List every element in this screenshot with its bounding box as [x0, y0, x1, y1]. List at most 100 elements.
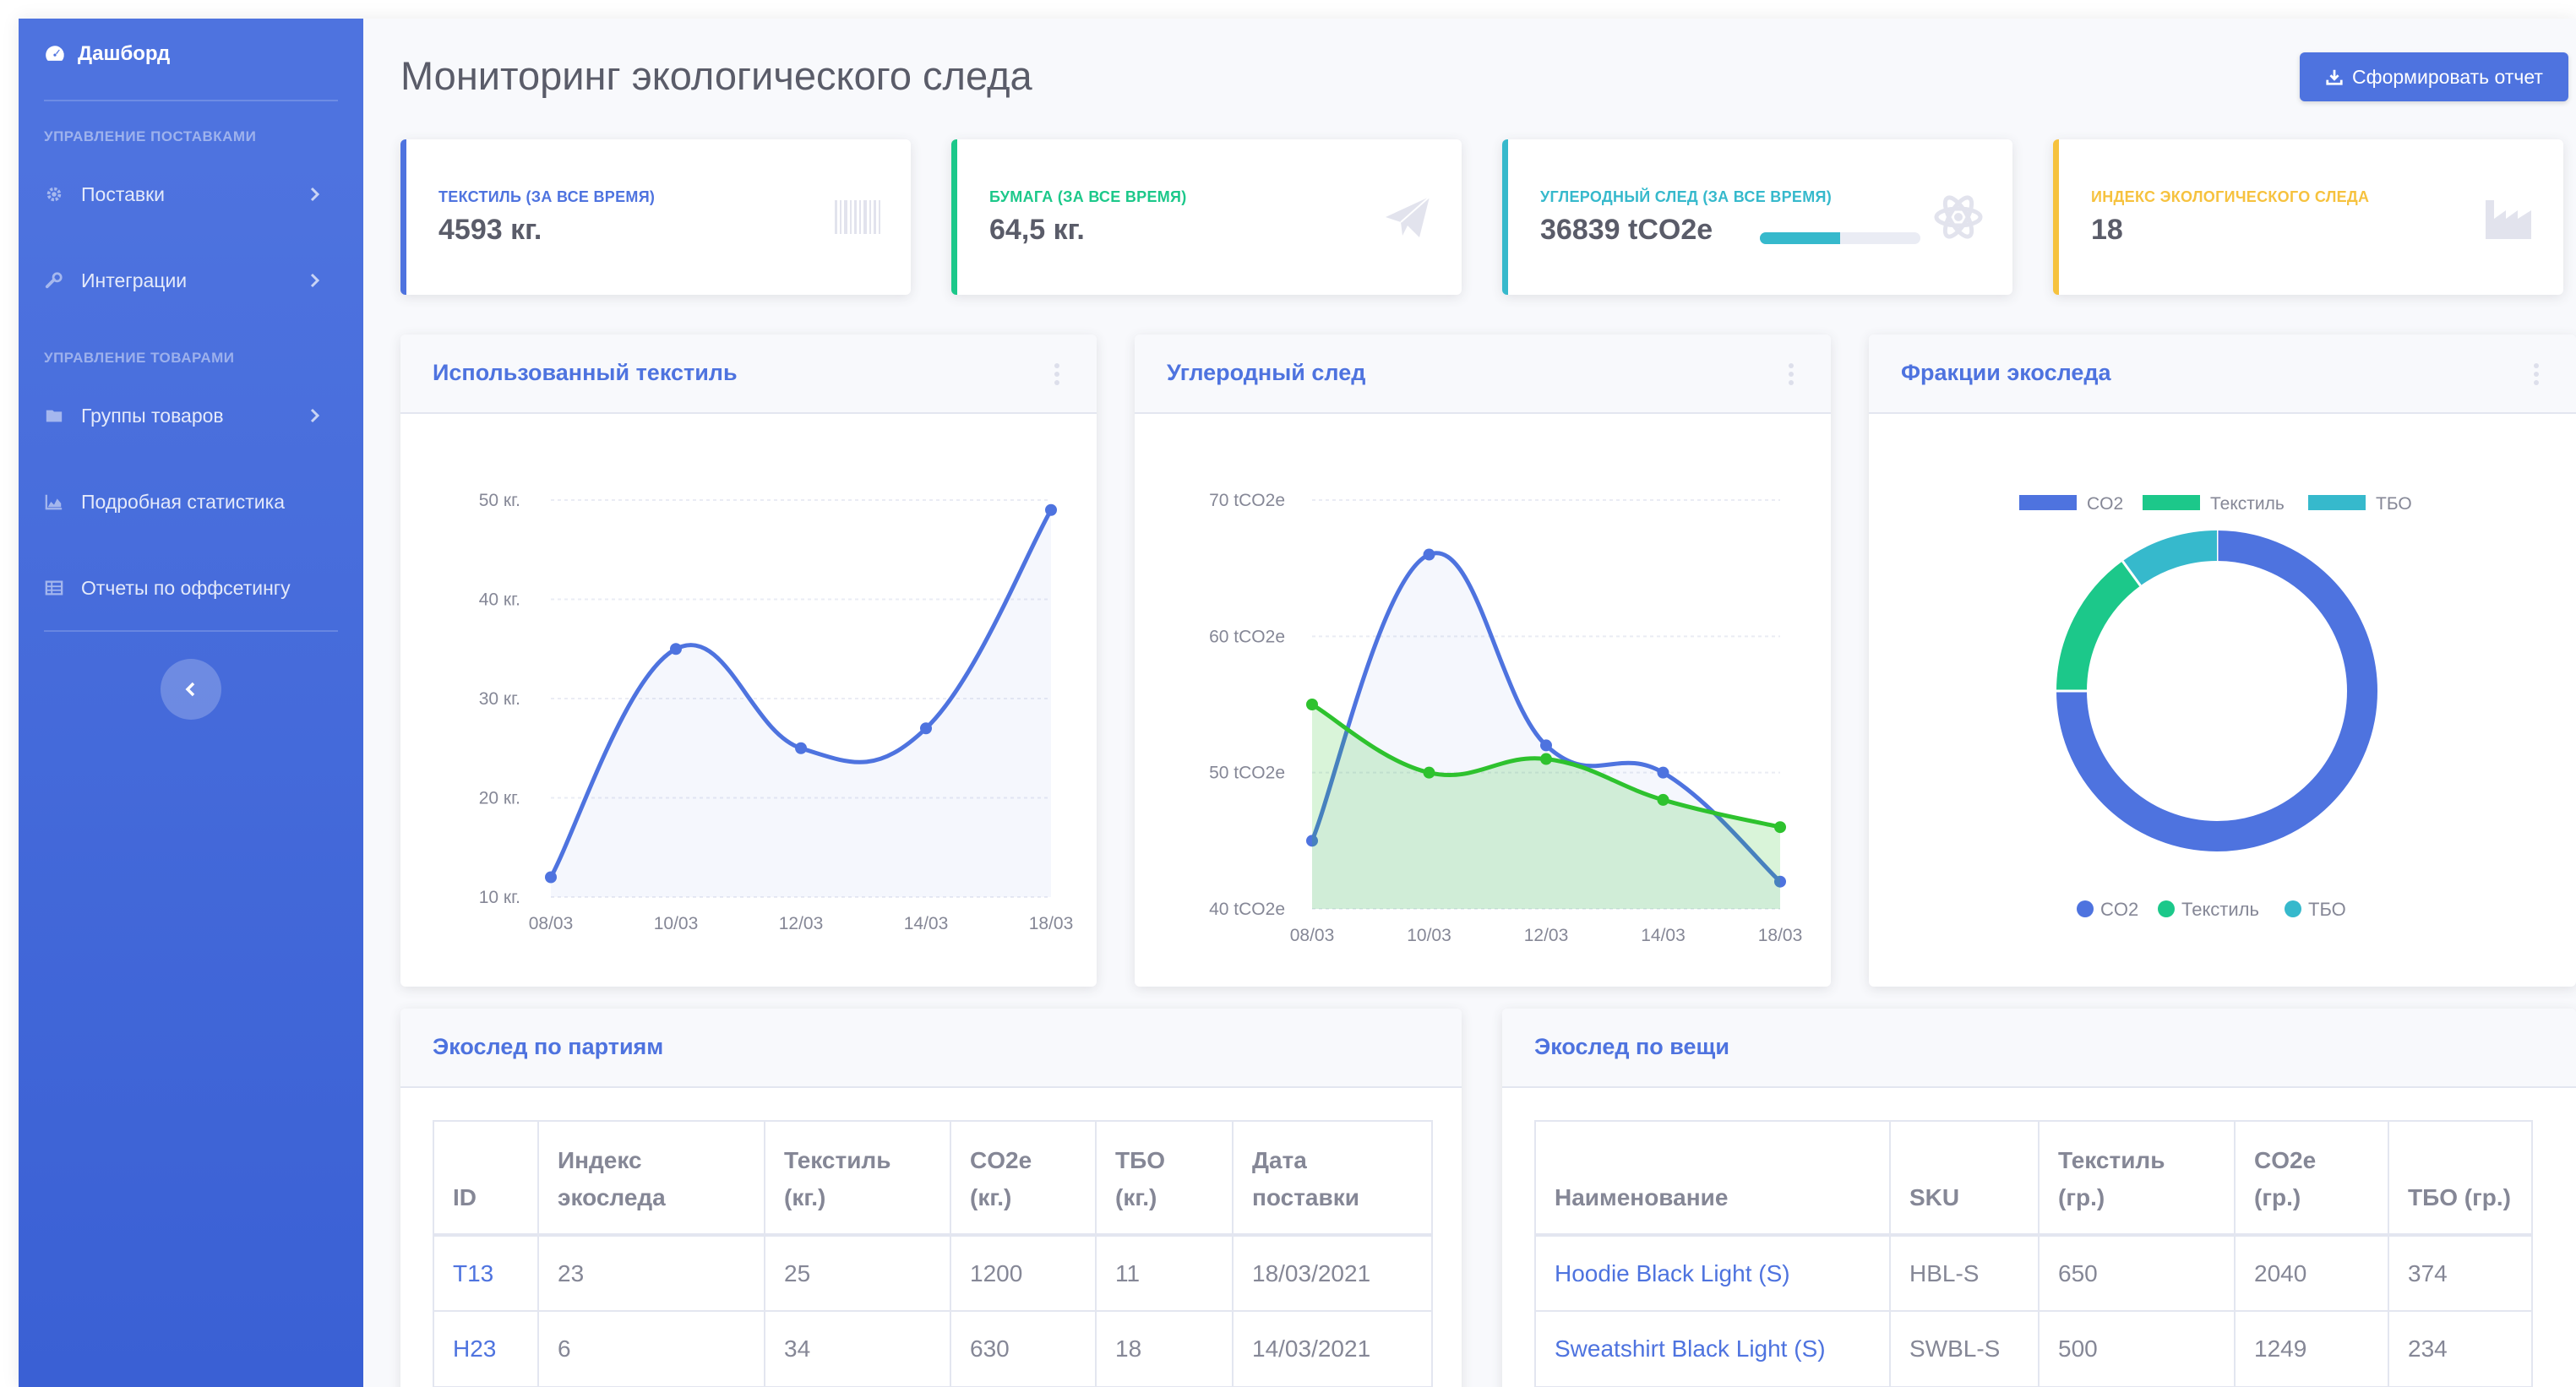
legend-dot — [2158, 900, 2175, 917]
table-cell: HBL-S — [1889, 1234, 2040, 1312]
table-cell: 14/03/2021 — [1232, 1310, 1433, 1387]
download-icon — [2326, 69, 2343, 85]
progress-fill — [1760, 232, 1840, 244]
column-header[interactable]: ТБО (гр.) — [2388, 1120, 2533, 1237]
stat-card-paper: Бумага (за все время) 64,5 кг. — [951, 139, 1462, 295]
sidebar-brand[interactable]: Дашборд — [44, 42, 170, 66]
atom-icon — [1934, 195, 1983, 239]
legend-swatch — [2308, 495, 2366, 510]
column-header[interactable]: Дата поставки — [1232, 1120, 1433, 1237]
item-link[interactable]: Sweatshirt Black Light (S) — [1555, 1335, 1826, 1362]
x-tick-label: 10/03 — [1407, 926, 1451, 945]
column-header[interactable]: Наименование — [1534, 1120, 1891, 1237]
x-tick-label: 10/03 — [654, 914, 699, 933]
table-header-row: ID Индекс экоследа Текстиль (кг.) CO2e (… — [433, 1120, 1433, 1237]
table-cell: 18/03/2021 — [1232, 1234, 1433, 1312]
legend-label: CO2 — [2100, 899, 2138, 920]
y-tick-label: 30 кг. — [479, 689, 520, 709]
sidebar-item-detailed-stats[interactable]: Подробная статистика — [44, 483, 338, 520]
table-cell: 374 — [2388, 1234, 2533, 1312]
x-tick-label: 12/03 — [1524, 926, 1569, 945]
panel-body: CO2 Текстиль ТБО CO2 Текстиль ТБО — [1869, 416, 2576, 987]
panel-title: Экослед по партиям — [433, 1034, 664, 1059]
donut-slice — [2056, 561, 2141, 692]
table-cell: 1200 — [950, 1234, 1097, 1312]
carbon-chart-panel: Углеродный след 40 tCO2e 50 tCO2e 60 tCO2e… — [1135, 335, 1831, 987]
panel-header: Фракции экоследа — [1869, 335, 2576, 414]
x-tick-label: 14/03 — [1641, 926, 1686, 945]
sidebar-item-integrations[interactable]: Интеграции — [44, 262, 338, 299]
column-header[interactable]: SKU — [1889, 1120, 2040, 1237]
table-header-row: Наименование SKU Текстиль (гр.) CO2e (гр… — [1534, 1120, 2533, 1237]
stat-card-textile: Текстиль (за все время) 4593 кг. — [400, 139, 911, 295]
sidebar-item-supplies[interactable]: Поставки — [44, 176, 338, 213]
table-cell[interactable]: H23 — [433, 1310, 539, 1387]
x-tick-label: 14/03 — [904, 914, 949, 933]
stat-card-carbon: Углеродный след (за все время) 36839 tCO… — [1502, 139, 2012, 295]
sidebar-toggle-button[interactable] — [161, 659, 221, 720]
panel-header: Экослед по вещи — [1502, 1009, 2576, 1088]
data-point — [1657, 793, 1669, 806]
panel-header: Использованный текстиль — [400, 335, 1097, 414]
sidebar-item-offsetting-reports[interactable]: Отчеты по оффсетингу — [44, 569, 338, 606]
more-vertical-icon[interactable] — [1787, 362, 1795, 387]
column-header[interactable]: CO2e (кг.) — [950, 1120, 1097, 1237]
table-cell: 630 — [950, 1310, 1097, 1387]
textile-chart-panel: Использованный текстиль 10 кг. 20 кг. 30 к… — [400, 335, 1097, 987]
x-tick-label: 18/03 — [1029, 914, 1074, 933]
y-tick-label: 20 кг. — [479, 789, 520, 808]
fractions-donut-chart: CO2 Текстиль ТБО CO2 Текстиль ТБО — [2019, 494, 2412, 920]
column-header[interactable]: Индекс экоследа — [537, 1120, 765, 1237]
data-point — [1540, 753, 1552, 765]
tachometer-icon — [46, 46, 64, 61]
data-point — [920, 722, 932, 735]
column-header[interactable]: ТБО (кг.) — [1095, 1120, 1234, 1237]
legend-swatch — [2143, 495, 2200, 510]
batches-table-panel: Экослед по партиям ID Индекс экоследа Те… — [400, 1009, 1462, 1387]
x-tick-label: 08/03 — [1290, 926, 1335, 945]
carbon-progress-bar — [1760, 232, 1920, 244]
panel-title: Экослед по вещи — [1534, 1034, 1729, 1059]
sidebar-heading-products: Управление товарами — [44, 350, 235, 366]
sidebar-item-product-groups[interactable]: Группы товаров — [44, 397, 338, 434]
table-cell[interactable]: Hoodie Black Light (S) — [1534, 1234, 1891, 1312]
y-tick-label: 10 кг. — [479, 888, 520, 907]
y-tick-label: 70 tCO2e — [1209, 491, 1285, 510]
table-icon — [44, 578, 64, 598]
table-cell: SWBL-S — [1889, 1310, 2040, 1387]
legend-label: Текстиль — [2181, 899, 2259, 920]
stat-card-eco-index: Индекс экологического следа 18 — [2053, 139, 2563, 295]
table-cell: 234 — [2388, 1310, 2533, 1387]
panel-header: Экослед по партиям — [400, 1009, 1462, 1088]
table-cell: 500 — [2038, 1310, 2236, 1387]
table-row: Hoodie Black Light (S) HBL-S 650 2040 37… — [1534, 1234, 2533, 1312]
x-tick-label: 18/03 — [1758, 926, 1803, 945]
stat-value: 18 — [2091, 214, 2123, 246]
batch-link[interactable]: T13 — [453, 1260, 493, 1286]
legend-label: ТБО — [2308, 899, 2346, 920]
data-point — [1540, 739, 1552, 752]
generate-report-button[interactable]: Сформировать отчет — [2300, 52, 2568, 101]
more-vertical-icon[interactable] — [1053, 362, 1061, 387]
more-vertical-icon[interactable] — [2532, 362, 2541, 387]
stat-label: Бумага (за все время) — [989, 188, 1187, 205]
legend-label: ТБО — [2376, 494, 2412, 514]
column-header[interactable]: Текстиль (гр.) — [2038, 1120, 2236, 1237]
item-link[interactable]: Hoodie Black Light (S) — [1555, 1260, 1790, 1286]
data-point — [1045, 503, 1057, 516]
sidebar-divider — [44, 630, 338, 632]
table-row: T13 23 25 1200 11 18/03/2021 — [433, 1234, 1433, 1312]
panel-title: Фракции экоследа — [1901, 360, 2111, 385]
stat-label: Индекс экологического следа — [2091, 188, 2370, 205]
stat-value: 36839 tCO2e — [1540, 214, 1713, 246]
page-title: Мониторинг экологического следа — [400, 53, 1032, 98]
legend-swatch — [2019, 495, 2077, 510]
column-header[interactable]: Текстиль (кг.) — [764, 1120, 951, 1237]
column-header[interactable]: ID — [433, 1120, 539, 1237]
column-header[interactable]: CO2e (гр.) — [2234, 1120, 2389, 1237]
table-cell[interactable]: T13 — [433, 1234, 539, 1312]
table-cell[interactable]: Sweatshirt Black Light (S) — [1534, 1310, 1891, 1387]
sidebar-item-label: Отчеты по оффсетингу — [81, 576, 291, 599]
data-point — [1423, 766, 1435, 779]
batch-link[interactable]: H23 — [453, 1335, 496, 1362]
